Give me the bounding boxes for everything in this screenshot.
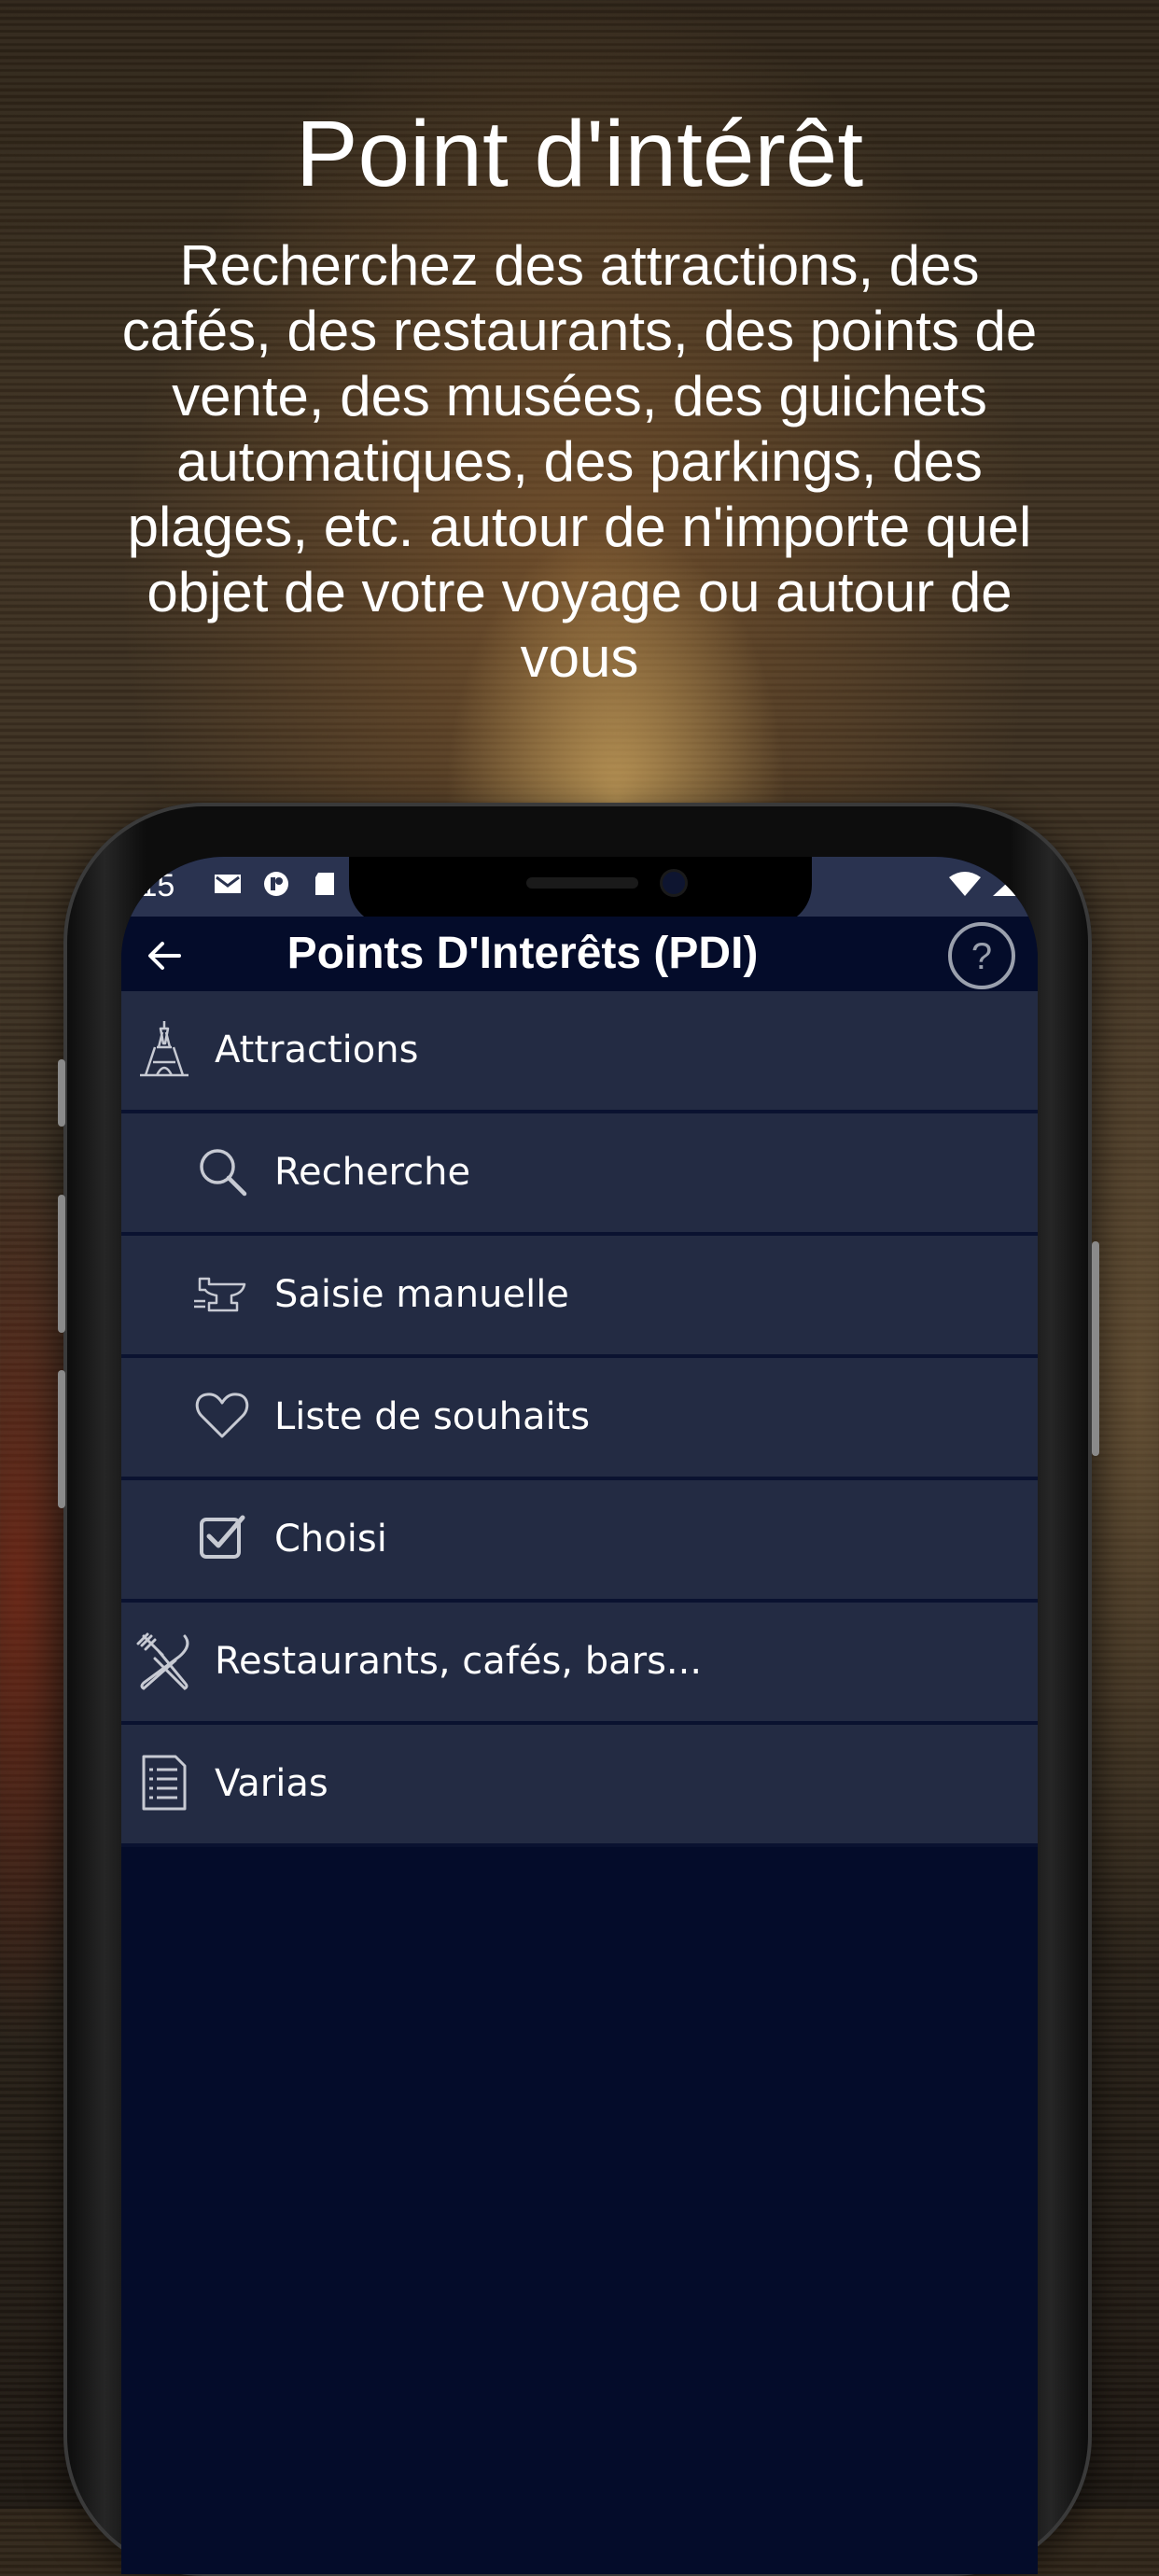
signal-icon — [993, 872, 1019, 896]
phone-screen: :15 Points D'Interêts (PDI) ? Attraction… — [121, 857, 1038, 2574]
subtitle: Recherchez des attractions, des cafés, d… — [121, 234, 1038, 689]
fork-knife-icon — [136, 1632, 189, 1690]
sd-card-icon — [315, 873, 334, 895]
menu-item-label: Recherche — [274, 1151, 471, 1194]
search-icon — [200, 1149, 247, 1197]
menu-item-label: Restaurants, cafés, bars... — [215, 1640, 703, 1683]
phone-side-button — [58, 1059, 65, 1127]
phone-notch — [349, 857, 812, 926]
headline: Point d'intérêt — [295, 102, 864, 206]
app-bar: Points D'Interêts (PDI) ? — [121, 917, 1038, 991]
menu-item-choisi[interactable]: Choisi — [121, 1480, 1038, 1603]
status-time: :15 — [131, 868, 175, 903]
eiffel-tower-icon — [140, 1021, 189, 1077]
document-list-icon — [142, 1755, 187, 1811]
menu-item-label: Liste de souhaits — [274, 1395, 591, 1438]
menu-item-label: Varias — [215, 1762, 328, 1805]
page-title: Points D'Interêts (PDI) — [286, 929, 759, 978]
menu-item-recherche[interactable]: Recherche — [121, 1113, 1038, 1236]
menu-item-restaurants[interactable]: Restaurants, cafés, bars... — [121, 1603, 1038, 1725]
phone-speaker — [526, 877, 638, 889]
anvil-icon — [194, 1277, 246, 1312]
menu-item-liste-de-souhaits[interactable]: Liste de souhaits — [121, 1358, 1038, 1480]
checkbox-icon — [200, 1515, 245, 1559]
phone-power-button — [1092, 1241, 1099, 1456]
gmail-icon — [215, 875, 241, 893]
question-circle-icon[interactable]: ? — [946, 920, 1017, 991]
menu-item-label: Choisi — [274, 1518, 387, 1561]
menu-item-label: Saisie manuelle — [274, 1273, 569, 1316]
phone-volume-up-button — [58, 1195, 65, 1333]
phone-volume-down-button — [58, 1370, 65, 1508]
phone-camera — [663, 872, 685, 894]
app-icon — [264, 872, 288, 896]
wifi-icon — [949, 872, 981, 896]
menu-item-label: Attractions — [215, 1029, 419, 1071]
menu-item-varias[interactable]: Varias — [121, 1725, 1038, 1847]
menu-item-saisie-manuelle[interactable]: Saisie manuelle — [121, 1236, 1038, 1358]
menu-item-attractions[interactable]: Attractions — [121, 991, 1038, 1113]
poi-menu: Attractions Recherche Saisie manuelle Li… — [121, 991, 1038, 1847]
svg-text:?: ? — [971, 936, 992, 977]
heart-icon — [195, 1393, 249, 1438]
